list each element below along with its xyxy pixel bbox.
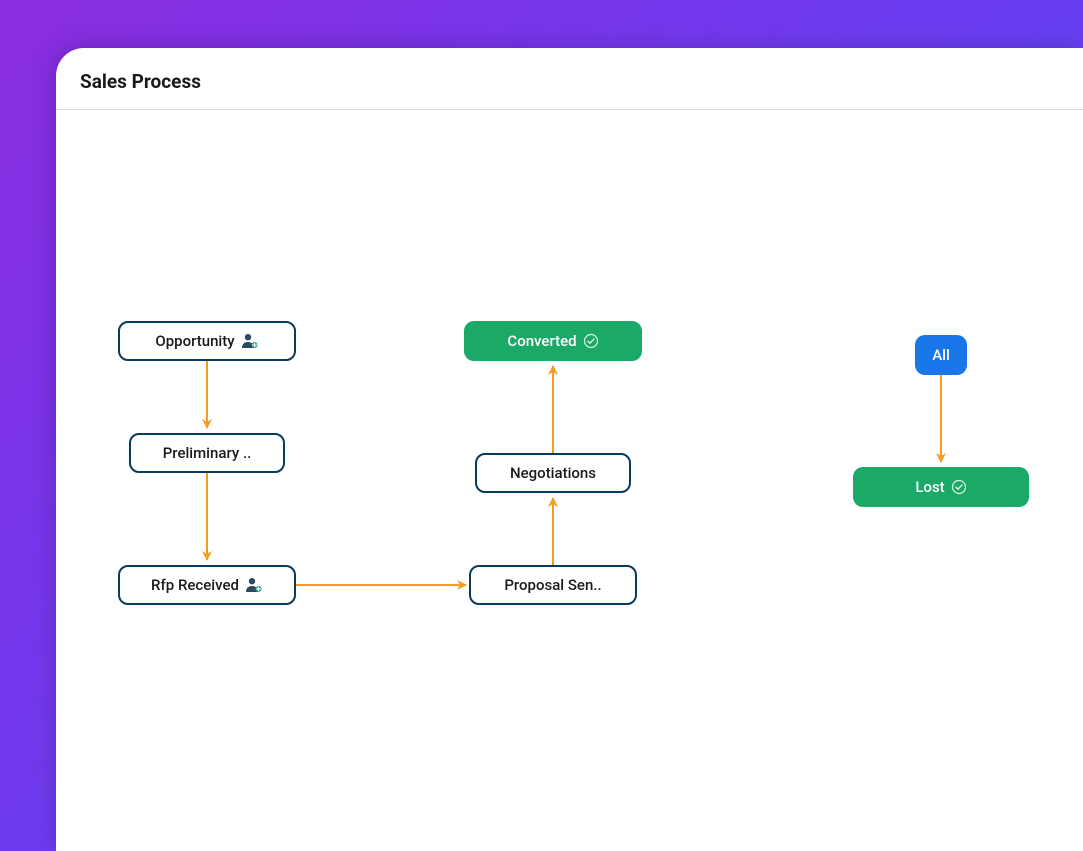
- check-circle-icon: [583, 333, 599, 349]
- page-title: Sales Process: [80, 70, 1059, 93]
- node-opportunity[interactable]: Opportunity: [118, 321, 296, 361]
- person-add-icon: [245, 577, 263, 593]
- node-lost[interactable]: Lost: [853, 467, 1029, 507]
- node-label: Negotiations: [510, 464, 596, 482]
- node-preliminary[interactable]: Preliminary ..: [129, 433, 285, 473]
- node-label: Rfp Received: [151, 576, 239, 594]
- panel-header: Sales Process: [56, 48, 1083, 110]
- node-label: Preliminary ..: [163, 444, 252, 462]
- diagram-panel: Sales Process Opportunity: [56, 48, 1083, 851]
- diagram-canvas[interactable]: Opportunity Preliminary .. Rfp Received …: [56, 110, 1083, 851]
- node-proposal-sent[interactable]: Proposal Sen..: [469, 565, 637, 605]
- node-all[interactable]: All: [915, 335, 967, 375]
- node-label: Converted: [507, 332, 576, 350]
- node-label: Opportunity: [155, 332, 234, 350]
- node-rfp-received[interactable]: Rfp Received: [118, 565, 296, 605]
- node-label: All: [932, 346, 950, 364]
- node-label: Proposal Sen..: [504, 576, 601, 594]
- node-label: Lost: [915, 478, 944, 496]
- node-negotiations[interactable]: Negotiations: [475, 453, 631, 493]
- check-circle-icon: [951, 479, 967, 495]
- person-add-icon: [241, 333, 259, 349]
- node-converted[interactable]: Converted: [464, 321, 642, 361]
